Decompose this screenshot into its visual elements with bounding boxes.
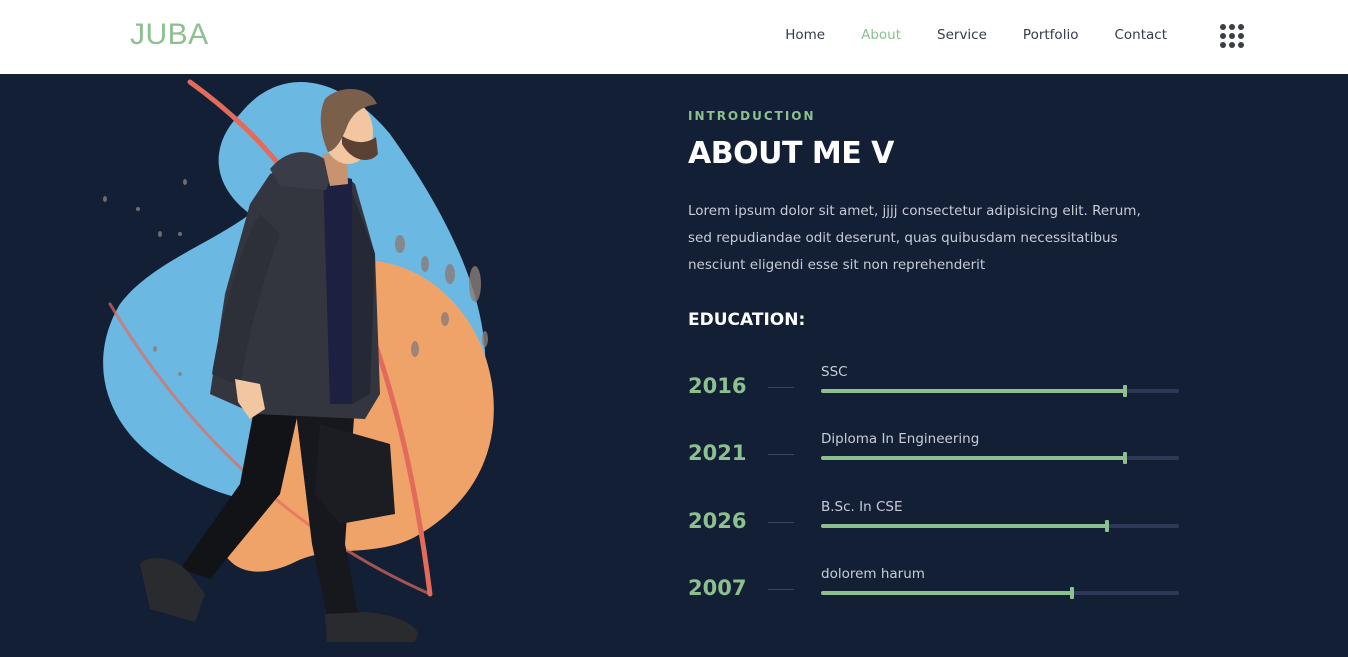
education-divider bbox=[768, 454, 794, 455]
nav-item-contact[interactable]: Contact bbox=[1114, 27, 1167, 43]
page-title: ABOUT ME V bbox=[688, 136, 894, 171]
education-label: SSC bbox=[821, 364, 848, 380]
intro-paragraph: Lorem ipsum dolor sit amet, jjjj consect… bbox=[688, 203, 1141, 273]
nav-item-about[interactable]: About bbox=[861, 27, 901, 43]
progress-knob bbox=[1123, 452, 1127, 464]
progress-knob bbox=[1123, 385, 1127, 397]
about-section: INTRODUCTION ABOUT ME V Lorem ipsum dolo… bbox=[0, 74, 1348, 657]
education-item: 2021 Diploma In Engineering bbox=[688, 431, 1188, 481]
progress-fill bbox=[821, 389, 1125, 393]
education-divider bbox=[768, 387, 794, 388]
education-year: 2021 bbox=[688, 441, 747, 465]
education-item: 2026 B.Sc. In CSE bbox=[688, 499, 1188, 549]
nav-item-home[interactable]: Home bbox=[785, 27, 825, 43]
progress-track bbox=[821, 385, 1179, 397]
top-navbar: JUBA Home About Service Portfolio Contac… bbox=[0, 0, 1348, 74]
progress-fill bbox=[821, 456, 1125, 460]
education-item: 2016 SSC bbox=[688, 364, 1188, 414]
education-year: 2026 bbox=[688, 509, 747, 533]
education-year: 2007 bbox=[688, 576, 747, 600]
education-heading: EDUCATION: bbox=[688, 310, 806, 330]
education-item: 2007 dolorem harum bbox=[688, 566, 1188, 616]
education-label: dolorem harum bbox=[821, 566, 925, 582]
nav-item-portfolio[interactable]: Portfolio bbox=[1023, 27, 1079, 43]
main-nav: Home About Service Portfolio Contact bbox=[785, 27, 1167, 43]
walking-man-illustration bbox=[103, 79, 494, 642]
site-logo[interactable]: JUBA bbox=[130, 18, 209, 52]
education-divider bbox=[768, 589, 794, 590]
progress-fill bbox=[821, 524, 1107, 528]
section-eyebrow: INTRODUCTION bbox=[688, 109, 816, 123]
progress-track bbox=[821, 587, 1179, 599]
progress-knob bbox=[1105, 520, 1109, 532]
education-label: B.Sc. In CSE bbox=[821, 499, 903, 515]
progress-fill bbox=[821, 591, 1072, 595]
progress-knob bbox=[1070, 587, 1074, 599]
progress-track bbox=[821, 520, 1179, 532]
nav-item-service[interactable]: Service bbox=[937, 27, 987, 43]
grid-menu-icon[interactable] bbox=[1220, 24, 1246, 50]
education-year: 2016 bbox=[688, 374, 747, 398]
education-label: Diploma In Engineering bbox=[821, 431, 980, 447]
progress-track bbox=[821, 452, 1179, 464]
education-divider bbox=[768, 522, 794, 523]
